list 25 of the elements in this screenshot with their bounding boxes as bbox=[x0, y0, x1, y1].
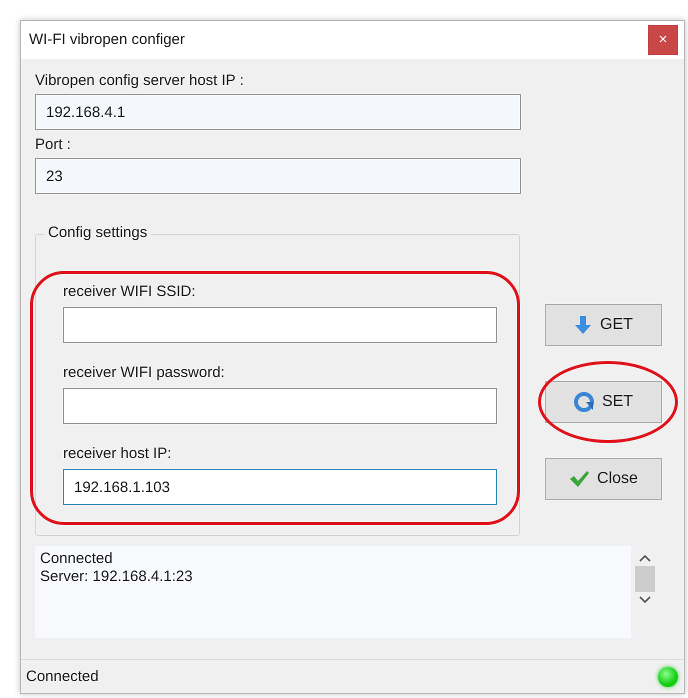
dialog-button[interactable]: Close bbox=[545, 458, 662, 500]
scroll-down-icon[interactable] bbox=[638, 596, 650, 604]
scroll-up-icon[interactable] bbox=[638, 554, 650, 562]
log-line: Connected bbox=[40, 550, 114, 568]
field-label: receiver WIFI SSID: bbox=[63, 283, 197, 301]
input-field[interactable] bbox=[63, 388, 497, 424]
field-label: receiver WIFI password: bbox=[63, 364, 226, 382]
scroll-thumb[interactable] bbox=[634, 566, 654, 592]
checkmark-icon bbox=[569, 470, 590, 488]
close-button[interactable]: × bbox=[648, 25, 678, 55]
field-label: Vibropen config server host IP : bbox=[35, 72, 245, 90]
dialog-button[interactable]: GET bbox=[545, 304, 662, 346]
dialog-button[interactable]: SET bbox=[545, 381, 662, 423]
field-label: receiver host IP: bbox=[63, 445, 172, 463]
input-field[interactable]: 23 bbox=[35, 158, 521, 194]
group-label: Config settings bbox=[44, 224, 152, 242]
input-field[interactable] bbox=[63, 307, 497, 343]
refresh-icon bbox=[574, 392, 594, 412]
field-label: Port : bbox=[35, 136, 72, 154]
status-text: Connected bbox=[26, 668, 99, 686]
down-arrow-icon bbox=[574, 315, 592, 335]
input-field[interactable]: 192.168.1.103 bbox=[63, 469, 497, 505]
input-field[interactable]: 192.168.4.1 bbox=[35, 94, 521, 130]
log-line: Server: 192.168.4.1:23 bbox=[40, 568, 194, 586]
window-title: WI-FI vibropen configer bbox=[29, 30, 185, 50]
